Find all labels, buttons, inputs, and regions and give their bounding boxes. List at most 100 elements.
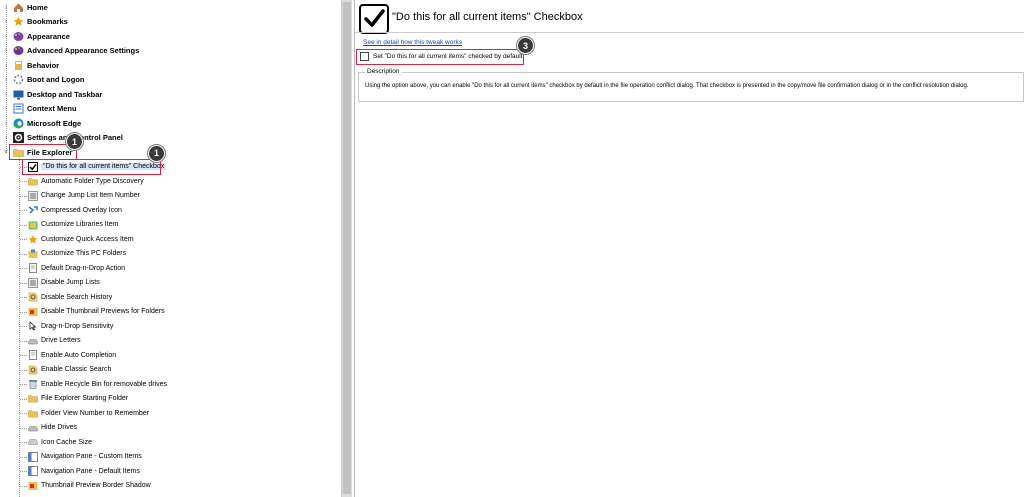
tree-guide-line (20, 239, 27, 240)
tree-item[interactable]: Navigation Pane - Custom Items (28, 450, 142, 464)
tree-guide-line (20, 369, 27, 371)
tree-item-label: Thumbnail Preview Border Shadow (41, 482, 151, 489)
tree-item[interactable]: Disable Jump Lists (28, 276, 100, 290)
see-details-link[interactable]: See in detail how this tweak works (363, 39, 462, 46)
tree-item[interactable]: Compressed Overlay Icon (28, 203, 122, 217)
drive-icon (28, 423, 38, 433)
header-checkmark-icon (359, 4, 389, 34)
tree-guide-line (20, 326, 27, 327)
tree-guide-line (20, 355, 27, 356)
drag-icon (28, 321, 38, 331)
nav-pane-icon (28, 466, 38, 476)
tree-item[interactable]: Microsoft Edge (13, 116, 81, 130)
tree-guide-line (20, 442, 27, 443)
tree-item-label: Change Jump List Item Number (41, 192, 140, 199)
description-title: Description (365, 68, 402, 75)
tree-item[interactable]: Home (13, 0, 48, 14)
folder-icon (28, 394, 38, 404)
behavior-icon (13, 60, 24, 71)
tree-item[interactable]: Drive Letters (28, 334, 81, 348)
tree-guide-line (20, 224, 27, 226)
list-icon (28, 190, 38, 201)
tree-guide-line (20, 210, 27, 211)
tree-item-label: Navigation Pane - Custom Items (41, 453, 142, 460)
expander-icon[interactable]: › (3, 118, 9, 128)
tree-item-label: Disable Search History (41, 293, 113, 301)
expander-icon[interactable]: › (3, 31, 9, 41)
tree-item[interactable]: Thumbnail Preview Border Shadow (28, 479, 151, 493)
header-divider (355, 32, 1024, 33)
tree-guide-line (20, 471, 27, 472)
tree-item-label: Enable Classic Search (41, 366, 112, 373)
tree-item-label: Navigation Pane - Default Items (41, 467, 140, 475)
tree-item[interactable]: Folder View Number to Remember (28, 406, 149, 420)
tree-item-label: Compressed Overlay Icon (41, 206, 122, 214)
tree-guide-line (20, 195, 27, 197)
tree-item-label: Enable Recycle Bin for removable drives (41, 380, 168, 388)
tree-item[interactable]: Context Menu (13, 102, 77, 116)
tree-item[interactable]: Icon Cache Size (28, 435, 92, 449)
context-menu-icon (13, 103, 24, 114)
tree-item[interactable]: Navigation Pane - Default Items (28, 464, 140, 478)
tree-item[interactable]: Disable Search History (28, 290, 112, 304)
tree-item[interactable]: Advanced Appearance Settings (13, 44, 139, 58)
tree-item-label: Microsoft Edge (27, 118, 82, 128)
nav-pane-icon (28, 451, 38, 462)
scrollbar-thumb[interactable] (343, 2, 351, 494)
tree-item[interactable]: Enable Recycle Bin for removable drives (28, 377, 167, 391)
cache-icon (28, 437, 38, 447)
tree-item-label: Bookmarks (27, 17, 68, 26)
tree-item[interactable]: Disable Thumbnail Previews for Folders (28, 305, 165, 319)
tree-item[interactable]: Enable Classic Search (28, 363, 111, 377)
page-title: "Do this for all current items" Checkbox (392, 11, 583, 23)
tree-item[interactable]: Enable Auto Completion (28, 348, 116, 362)
overlay-icon (28, 205, 38, 215)
tree-item[interactable]: Bookmarks (13, 15, 68, 29)
expander-icon[interactable]: › (3, 75, 9, 85)
star-icon (13, 16, 24, 27)
expander-icon[interactable]: › (3, 104, 9, 114)
tree-item[interactable]: Automatic Folder Type Discovery (28, 174, 144, 188)
tree-item[interactable]: Drag-n-Drop Sensitivity (28, 319, 113, 333)
expander-icon[interactable]: › (3, 17, 9, 27)
tree-item[interactable]: Customize Quick Access Item (28, 232, 134, 246)
detail-panel: "Do this for all current items" Checkbox… (354, 0, 1024, 497)
expander-icon[interactable]: › (3, 133, 9, 143)
star-icon (28, 234, 38, 244)
tree-item[interactable]: Customize This PC Folders (28, 247, 126, 261)
expander-icon[interactable]: › (3, 60, 9, 70)
tree-item[interactable]: Behavior (13, 58, 59, 72)
tree-item-label: File Explorer Starting Folder (41, 395, 129, 402)
tree-item[interactable]: Change Jump List Item Number (28, 189, 140, 203)
tree-item[interactable]: Desktop and Taskbar (13, 87, 102, 101)
tree-item[interactable]: File Explorer Starting Folder (28, 392, 128, 406)
home-icon (13, 2, 24, 13)
pc-folder-icon (28, 249, 38, 259)
tree-item-label: Icon Cache Size (41, 438, 92, 446)
tree-guide-line (20, 456, 27, 458)
tree-item-label: Drag-n-Drop Sensitivity (41, 322, 114, 330)
step-badge-1: 1 (66, 133, 83, 150)
tree-item[interactable]: Default Drag-n-Drop Action (28, 261, 125, 275)
tree-guide-line (20, 413, 27, 414)
option-highlight (356, 49, 524, 65)
tree-item[interactable]: Appearance (13, 29, 70, 43)
tree-item[interactable]: Customize Libraries Item (28, 218, 118, 232)
tree-guide-line (20, 253, 27, 255)
expander-icon[interactable]: › (3, 46, 9, 56)
expander-icon[interactable]: › (3, 89, 9, 99)
search-history-icon (28, 292, 38, 302)
gear-icon (13, 132, 24, 143)
tree-item-label: Disable Jump Lists (41, 279, 100, 286)
tree-item[interactable]: Hide Drives (28, 421, 77, 435)
tree-item-label: Customize Libraries Item (41, 221, 119, 228)
tree-scrollbar[interactable] (341, 0, 352, 497)
tree-item[interactable]: Boot and Logon (13, 73, 84, 87)
expander-icon[interactable]: › (3, 2, 9, 12)
list-icon (28, 277, 38, 288)
tree-item-label: Customize This PC Folders (41, 250, 127, 257)
tree-guide-line (20, 340, 27, 342)
tree-item-label: Drive Letters (41, 337, 81, 344)
tree-guide-line (20, 311, 27, 313)
edge-icon (13, 118, 24, 129)
